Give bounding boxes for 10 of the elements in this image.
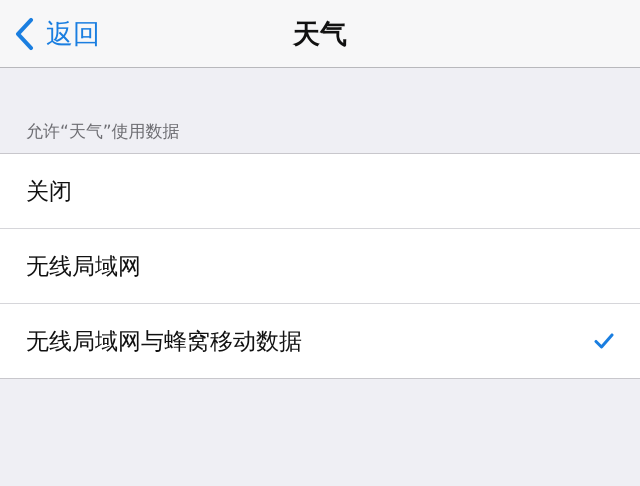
option-row[interactable]: 无线局域网 (0, 228, 640, 303)
option-label: 无线局域网 (26, 252, 141, 282)
option-row[interactable]: 无线局域网与蜂窝移动数据 (0, 303, 640, 378)
back-icon (14, 16, 34, 50)
option-row[interactable]: 关闭 (0, 154, 640, 228)
option-label: 无线局域网与蜂窝移动数据 (26, 328, 302, 356)
option-label: 关闭 (26, 178, 72, 206)
back-button[interactable]: 返回 (0, 16, 100, 52)
page-title: 天气 (293, 18, 347, 52)
section-header: 允许“天气”使用数据 (25, 121, 181, 144)
